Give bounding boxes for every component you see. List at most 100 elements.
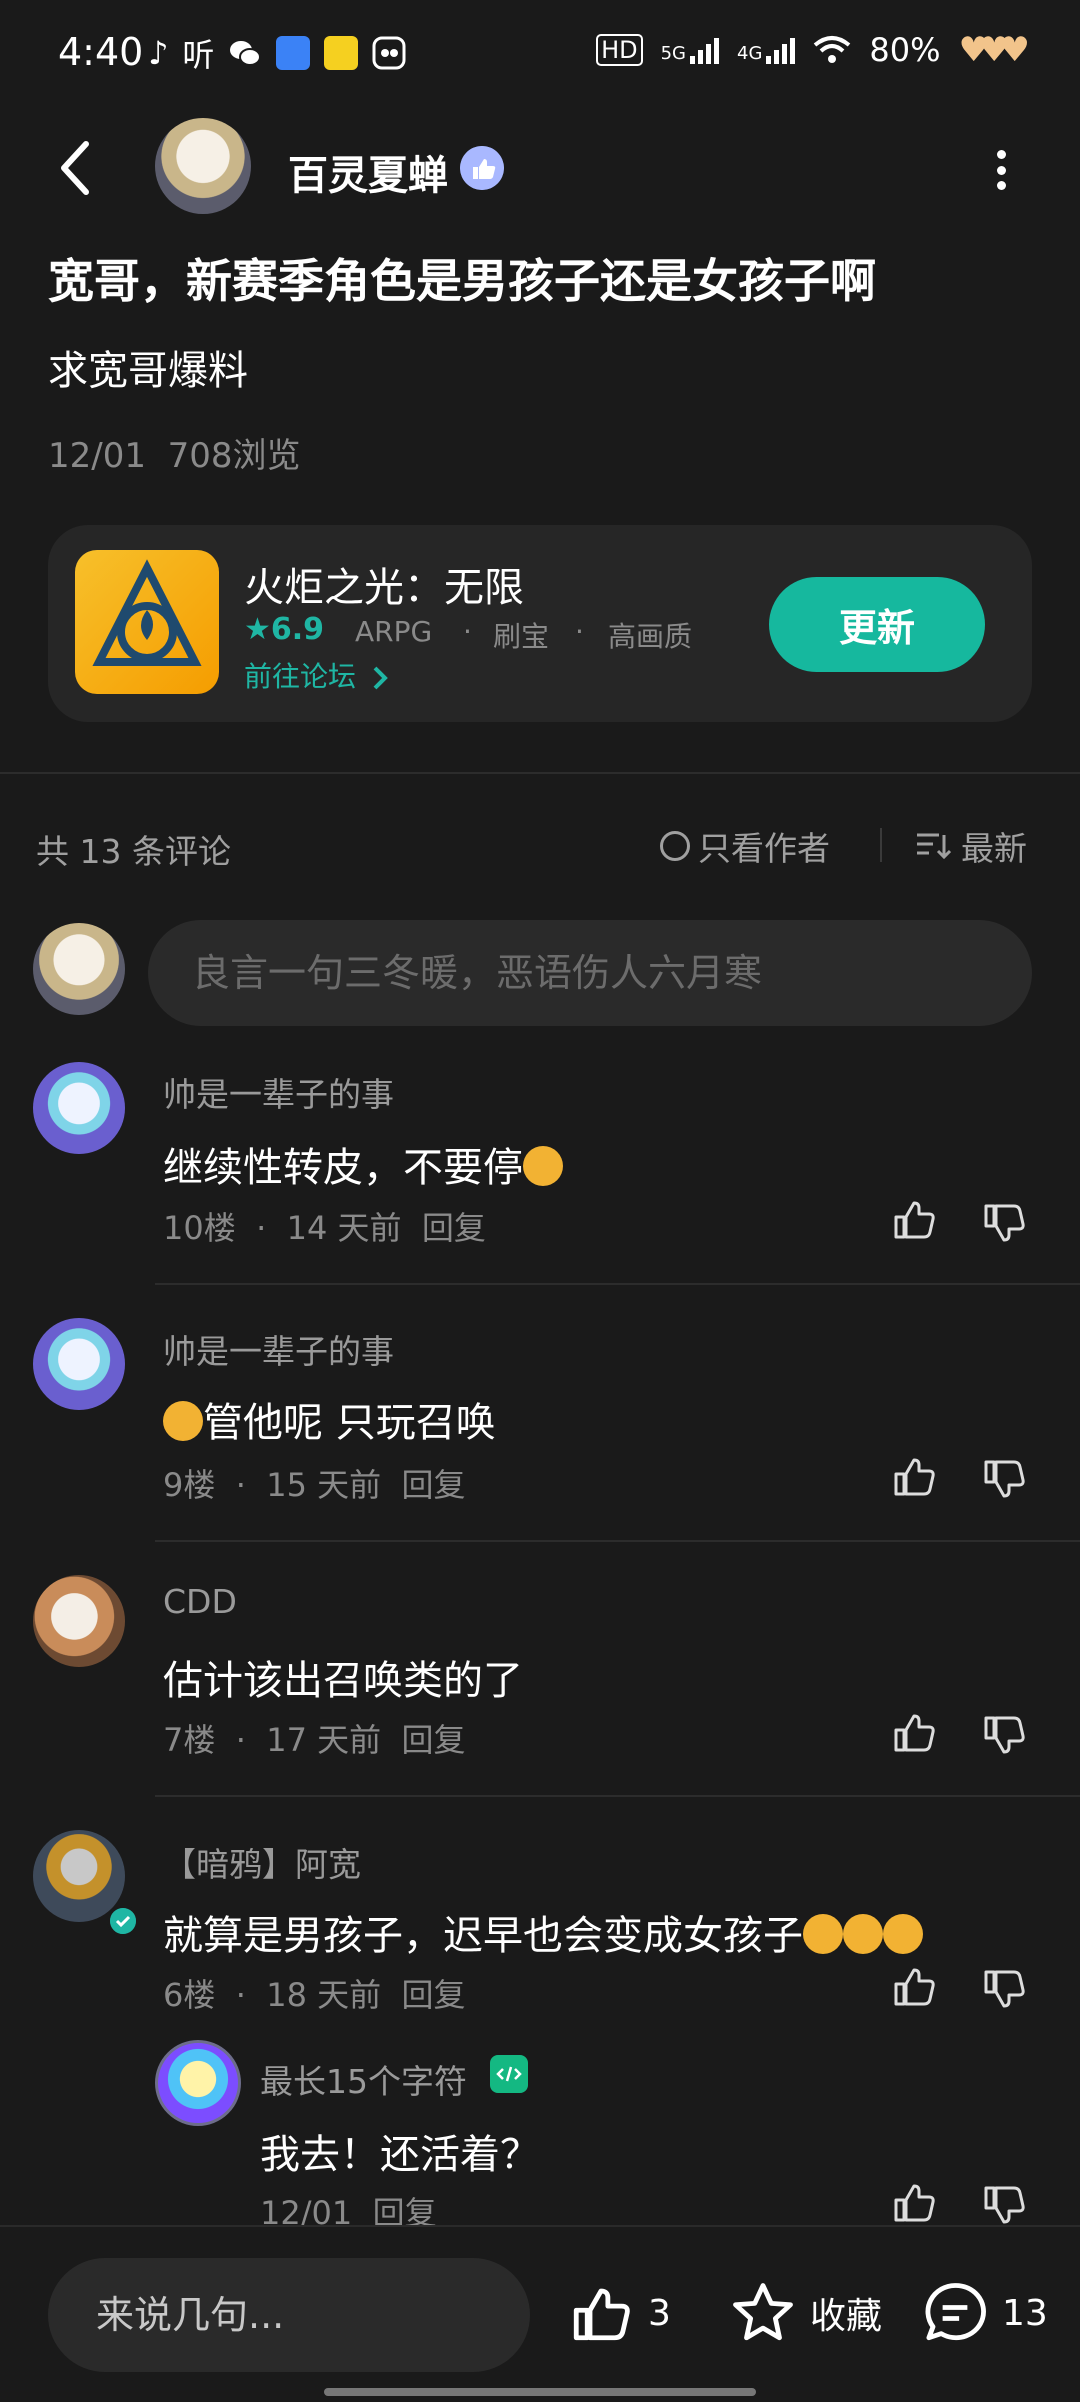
thumbs-down-icon[interactable] [980,2182,1028,2230]
thumbs-up-icon[interactable] [890,1708,938,1756]
reply-username[interactable]: 最长15个字符 [260,2055,467,2103]
comment-meta: 9楼 · 15 天前 回复 [163,1466,466,1504]
my-avatar [33,923,125,1015]
reply-button[interactable]: 回复 [401,1721,465,1759]
game-tag: 刷宝 [493,620,550,653]
thumbs-up-icon[interactable] [890,2178,938,2226]
author-avatar[interactable] [155,118,251,214]
favorite-label: 收藏 [810,2296,883,2337]
sort-button[interactable]: 最新 [915,822,1027,870]
comment-username[interactable]: 【暗鸦】阿宽 [163,1838,361,1886]
back-arrow-icon[interactable] [56,138,96,198]
thumbs-up-icon[interactable] [568,2280,634,2346]
thumbs-down-icon[interactable] [980,1200,1028,1248]
more-vertical-icon[interactable] [995,150,1007,190]
post-like-button[interactable]: 3 [568,2280,671,2346]
sort-icon[interactable] [915,831,951,861]
reply-text: 我去！还活着？ [260,2132,540,2178]
comment-meta: 10楼 · 14 天前 回复 [163,1209,486,1247]
comment-text: 估计该出召唤类的了 [163,1658,523,1704]
signal-4g-icon: 4G [737,36,796,64]
tag-dot: · [575,615,584,648]
post-date: 12/01 [48,436,146,476]
signal-5g-icon: 5G [661,36,720,64]
grin-emoji-icon [523,1146,563,1186]
post-views: 708浏览 [167,436,301,476]
thumbs-down-icon[interactable] [980,1456,1028,1504]
post-meta: 12/01 708浏览 [48,428,301,477]
certified-shield-icon [107,1905,139,1937]
star-outline-icon[interactable] [730,2280,796,2346]
thumbs-up-icon[interactable] [890,1962,938,2010]
app-icon-blue [276,36,311,70]
comment-bubble-icon[interactable] [922,2280,988,2346]
author-only-toggle[interactable]: 只看作者 [660,822,830,870]
comment-input[interactable] [148,920,1032,1026]
comments-button[interactable]: 13 [922,2280,1048,2346]
game-tag: ARPG [355,615,433,648]
reply-input[interactable] [48,2258,530,2372]
tiktok-icon: ♪ [148,34,169,72]
grin-emoji-icon [843,1914,883,1954]
status-system-icons: HD 5G 4G 80% ♥♥♥ [596,30,1031,70]
status-time: 4:40 [58,30,144,74]
thumbs-up-icon[interactable] [890,1452,938,1500]
wechat-icon [230,41,262,66]
game-tag: 高画质 [608,620,693,653]
star-icon: ★ [244,612,271,647]
comment-text: 继续性转皮，不要停 [163,1135,563,1193]
wifi-icon [814,36,851,63]
developer-badge-icon [490,2055,528,2093]
status-notification-icons: ♪ 听 [148,30,406,76]
thumbs-down-icon[interactable] [980,1966,1028,2014]
reply-button[interactable]: 回复 [401,1466,465,1504]
comment-username[interactable]: CDD [163,1582,237,1621]
home-indicator[interactable] [324,2388,756,2396]
post-title: 宽哥，新赛季角色是男孩子还是女孩子啊 [48,254,876,308]
commenter-avatar[interactable] [33,1575,125,1667]
game-center-icon [372,36,406,70]
comment-username[interactable]: 帅是一辈子的事 [163,1068,394,1116]
reply-button[interactable]: 回复 [422,1209,486,1247]
listen-app-icon: 听 [182,36,215,74]
radio-circle-icon[interactable] [660,831,690,861]
chevron-right-icon [373,666,388,690]
comment-divider [155,1540,1080,1542]
thinking-emoji-icon [163,1401,203,1441]
grin-emoji-icon [803,1914,843,1954]
comment-text: 管他呢 只玩召唤 [163,1390,496,1448]
comment-divider [155,1283,1080,1285]
commenter-avatar[interactable] [33,1318,125,1410]
forum-link[interactable]: 前往论坛 [244,655,389,695]
app-icon-yellow [324,36,359,70]
game-name[interactable]: 火炬之光：无限 [244,555,524,613]
grin-emoji-icon [883,1914,923,1954]
update-button[interactable]: 更新 [769,577,985,672]
post-body: 求宽哥爆料 [48,348,248,394]
replier-avatar[interactable] [155,2040,241,2126]
thumbs-down-icon[interactable] [980,1712,1028,1760]
section-divider [0,772,1080,774]
comment-username[interactable]: 帅是一辈子的事 [163,1325,394,1373]
battery-text: 80% [869,31,941,69]
commenter-avatar[interactable] [33,1830,125,1922]
reply-button[interactable]: 回复 [401,1976,465,2014]
comment-count-bottom: 13 [1002,2292,1048,2334]
author-name[interactable]: 百灵夏蝉 [288,143,448,201]
thumbs-up-icon[interactable] [890,1195,938,1243]
game-rating: ★6.9 [244,612,325,647]
comment-text: 就算是男孩子，迟早也会变成女孩子 [163,1903,923,1961]
battery-hearts-icon: ♥♥♥ [958,30,1031,70]
header-separator [880,828,882,862]
favorite-button[interactable]: 收藏 [730,2280,882,2346]
game-logo-icon[interactable] [75,550,219,694]
tag-dot: · [463,615,472,648]
comment-meta: 7楼 · 17 天前 回复 [163,1721,466,1759]
comment-meta: 6楼 · 18 天前 回复 [163,1976,466,2014]
hd-icon: HD [596,34,643,66]
verified-thumb-icon [460,146,504,190]
commenter-avatar[interactable] [33,1062,125,1154]
like-count: 3 [648,2292,671,2334]
comment-divider [155,1795,1080,1797]
comment-count: 共 13 条评论 [36,832,231,871]
